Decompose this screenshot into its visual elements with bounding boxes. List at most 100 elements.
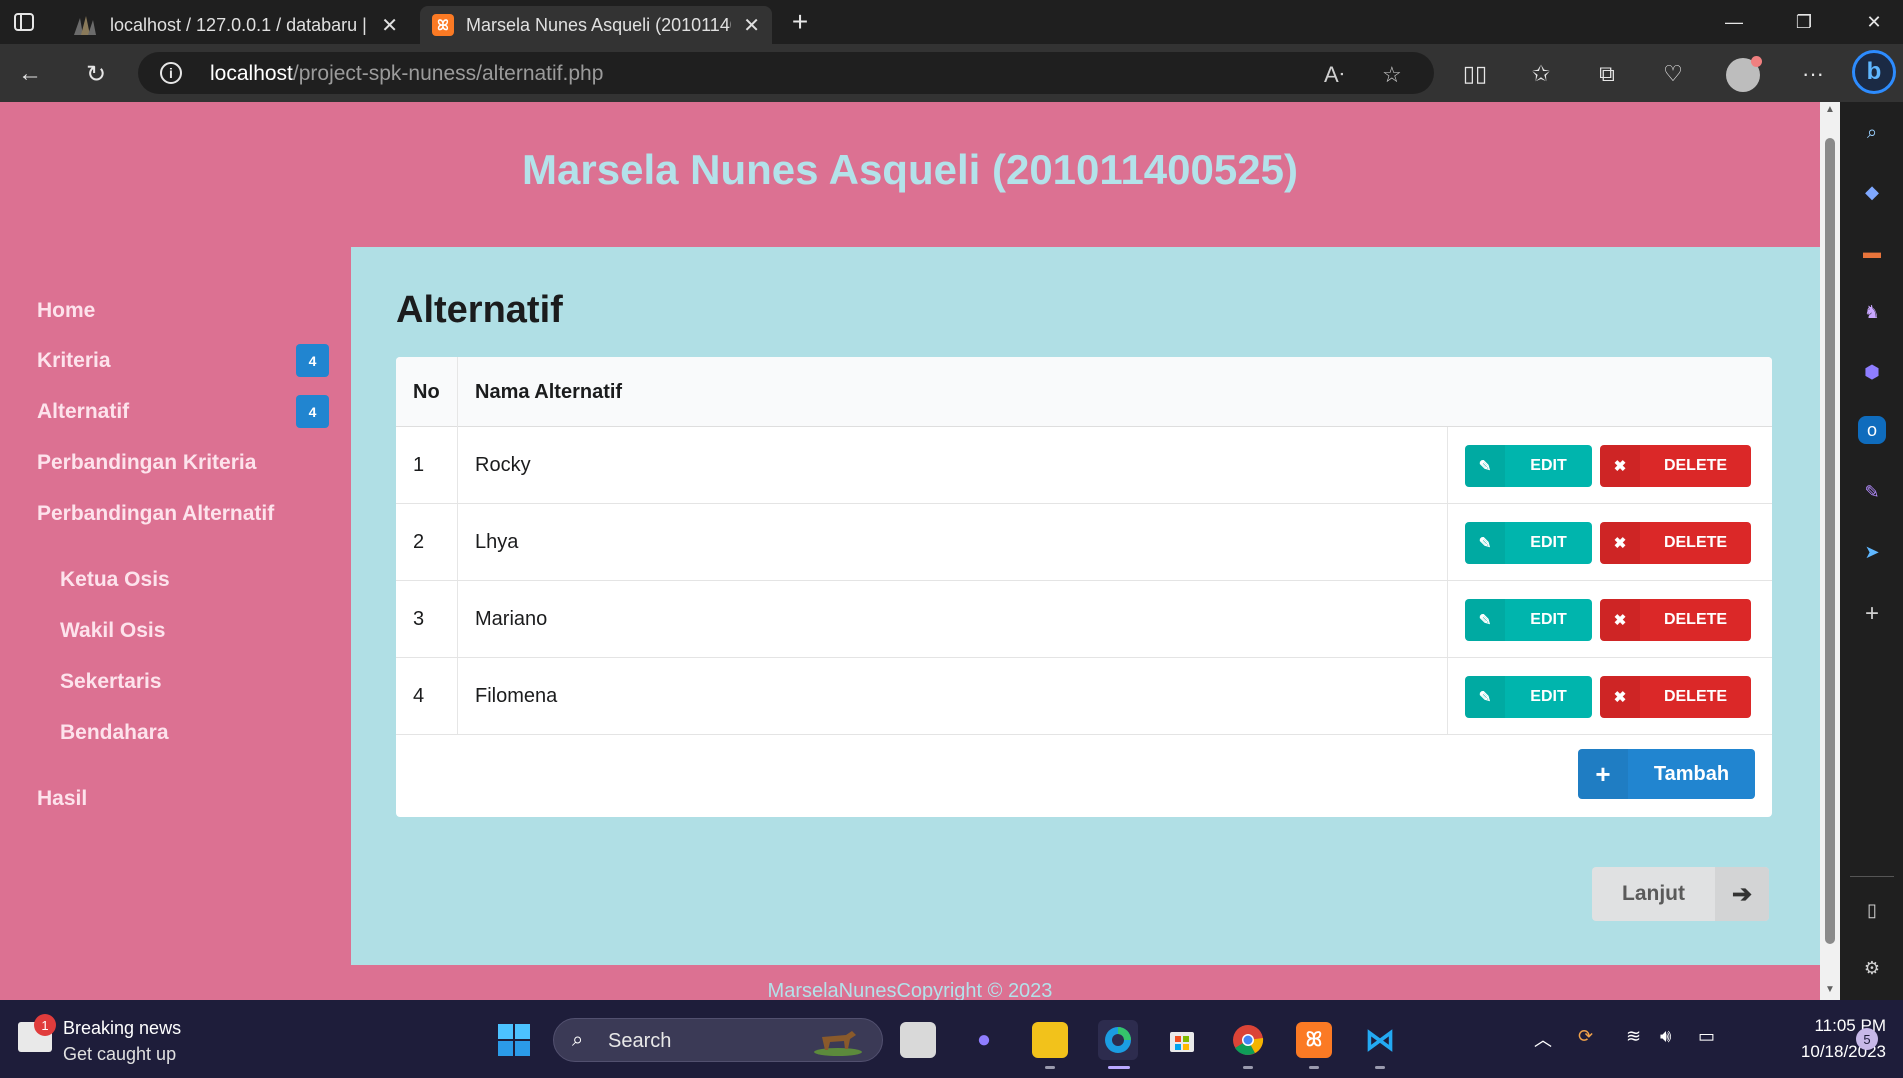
favorite-star-icon[interactable]: ☆ (1382, 62, 1402, 88)
close-icon[interactable]: ✕ (381, 13, 398, 38)
edit-icon: ✎ (1465, 445, 1505, 487)
send-icon[interactable]: ➤ (1856, 536, 1888, 568)
notification-badge[interactable]: 5 (1856, 1028, 1878, 1050)
table-row: 3 Mariano ✎ EDIT ✖ DELETE (396, 582, 1772, 658)
news-title[interactable]: Breaking news (63, 1018, 181, 1039)
close-icon[interactable]: ✕ (743, 13, 760, 38)
shopping-tag-icon[interactable]: ◆ (1856, 176, 1888, 208)
delete-label: DELETE (1663, 534, 1728, 551)
file-explorer-icon[interactable] (1032, 1022, 1068, 1058)
tools-icon[interactable]: ▬ (1856, 236, 1888, 268)
back-icon[interactable]: ← (14, 58, 46, 90)
chevron-up-icon[interactable]: ︿ (1534, 1026, 1552, 1052)
next-label: Lanjut (1622, 882, 1685, 905)
delete-button[interactable]: ✖ DELETE (1600, 522, 1751, 564)
cell-nama: Mariano (475, 608, 548, 630)
sidebar-item-home[interactable]: Home (37, 299, 95, 323)
edit-button[interactable]: ✎ EDIT (1465, 599, 1592, 641)
settings-gear-icon[interactable]: ⚙ (1856, 952, 1888, 984)
edge-icon[interactable] (1098, 1020, 1138, 1060)
more-options-icon[interactable]: ··· (1796, 57, 1830, 91)
read-aloud-icon[interactable]: Aᐧ (1324, 62, 1344, 88)
tab-title: Marsela Nunes Asqueli (20101140 (466, 14, 732, 35)
bing-copilot-icon[interactable]: b (1852, 50, 1896, 94)
split-screen-icon[interactable]: ▯▯ (1458, 57, 1492, 91)
sidebar-subitem-sekertaris[interactable]: Sekertaris (60, 670, 162, 694)
count-badge: 4 (296, 344, 329, 377)
collections-icon[interactable]: ⧉ (1590, 57, 1624, 91)
edit-button[interactable]: ✎ EDIT (1465, 676, 1592, 718)
sidebar-item-kriteria[interactable]: Kriteria (37, 349, 111, 373)
microsoft-store-icon[interactable] (1164, 1022, 1200, 1058)
cell-nama: Filomena (475, 685, 558, 707)
news-badge: 1 (34, 1014, 56, 1036)
teams-chat-icon[interactable]: ● (966, 1022, 1002, 1058)
delete-button[interactable]: ✖ DELETE (1600, 445, 1751, 487)
sidebar-item-perbandingan-alternatif[interactable]: Perbandingan Alternatif (37, 502, 274, 526)
restore-icon[interactable]: ❐ (1774, 6, 1834, 38)
browser-toolbar: ← ↻ i localhost/project-spk-nuness/alter… (0, 44, 1903, 102)
task-view-icon[interactable] (900, 1022, 936, 1058)
close-icon: ✖ (1600, 522, 1640, 564)
scroll-down-icon[interactable]: ▼ (1824, 984, 1836, 995)
page-viewport: Marsela Nunes Asqueli (201011400525) Hom… (0, 102, 1820, 1000)
page-scrollbar[interactable]: ▲ ▼ (1820, 102, 1840, 1000)
edit-button[interactable]: ✎ EDIT (1465, 445, 1592, 487)
edit-label: EDIT (1530, 457, 1567, 474)
delete-label: DELETE (1663, 457, 1728, 474)
browser-essentials-icon[interactable]: ♡ (1656, 57, 1690, 91)
running-indicator (1243, 1066, 1253, 1069)
sidebar-toggle-icon[interactable]: ▯ (1856, 894, 1888, 926)
chrome-icon[interactable] (1230, 1022, 1266, 1058)
phpmyadmin-icon (72, 14, 98, 36)
outlook-icon[interactable]: o (1858, 416, 1886, 444)
battery-icon[interactable]: ▭ (1698, 1026, 1715, 1047)
search-icon[interactable]: ⌕ (1856, 116, 1888, 148)
xampp-icon: ꕤ (432, 14, 454, 36)
sidebar-item-hasil[interactable]: Hasil (37, 787, 87, 811)
volume-icon[interactable]: 🔊︎ (1660, 1026, 1671, 1047)
windows-start-icon[interactable] (496, 1022, 532, 1058)
xampp-icon[interactable]: ꕤ (1296, 1022, 1332, 1058)
add-icon[interactable]: + (1856, 598, 1888, 630)
window-close-icon[interactable]: ✕ (1844, 6, 1903, 38)
delete-button[interactable]: ✖ DELETE (1600, 599, 1751, 641)
tab-active[interactable]: ꕤ Marsela Nunes Asqueli (20101140 ✕ (420, 6, 772, 44)
refresh-icon[interactable]: ↻ (80, 58, 112, 90)
designer-icon[interactable]: ✎ (1856, 476, 1888, 508)
address-bar[interactable]: i localhost/project-spk-nuness/alternati… (138, 52, 1434, 94)
sidebar-subitem-bendahara[interactable]: Bendahara (60, 721, 169, 745)
tab-phpmyadmin[interactable]: localhost / 127.0.0.1 / databaru | ✕ (60, 6, 410, 44)
scrollbar-thumb[interactable] (1825, 138, 1835, 944)
delete-button[interactable]: ✖ DELETE (1600, 676, 1751, 718)
edit-label: EDIT (1530, 611, 1567, 628)
edit-icon: ✎ (1465, 599, 1505, 641)
sync-icon[interactable]: ⟳ (1578, 1026, 1593, 1047)
column-header-nama: Nama Alternatif (475, 381, 623, 403)
microsoft-365-icon[interactable]: ⬢ (1856, 356, 1888, 388)
sidebar-subitem-ketua-osis[interactable]: Ketua Osis (60, 568, 170, 592)
minimize-icon[interactable]: — (1704, 6, 1764, 38)
avatar[interactable] (1726, 56, 1762, 92)
tab-actions-icon[interactable] (10, 8, 38, 36)
news-subtitle[interactable]: Get caught up (63, 1044, 176, 1065)
wifi-icon[interactable]: ≋ (1626, 1026, 1641, 1047)
add-button[interactable]: + Tambah (1578, 749, 1755, 799)
edit-button[interactable]: ✎ EDIT (1465, 522, 1592, 564)
add-label: Tambah (1653, 762, 1730, 785)
search-label: Search (608, 1030, 672, 1052)
scroll-up-icon[interactable]: ▲ (1824, 104, 1836, 115)
sidebar-item-perbandingan-kriteria[interactable]: Perbandingan Kriteria (37, 451, 256, 475)
favorites-icon[interactable]: ✩ (1524, 57, 1558, 91)
sidebar-subitem-wakil-osis[interactable]: Wakil Osis (60, 619, 165, 643)
vscode-icon[interactable]: ⋈ (1362, 1022, 1398, 1058)
games-icon[interactable]: ♞ (1856, 296, 1888, 328)
next-button[interactable]: Lanjut ➔ (1592, 867, 1769, 921)
info-icon[interactable]: i (160, 62, 182, 84)
count-badge: 4 (296, 395, 329, 428)
plus-icon: + (1578, 749, 1628, 799)
new-tab-icon[interactable]: + (786, 6, 814, 37)
taskbar-search[interactable]: ⌕ Search (553, 1018, 883, 1062)
sidebar-item-alternatif[interactable]: Alternatif (37, 400, 129, 424)
url-path: /project-spk-nuness/alternatif.php (292, 62, 604, 85)
